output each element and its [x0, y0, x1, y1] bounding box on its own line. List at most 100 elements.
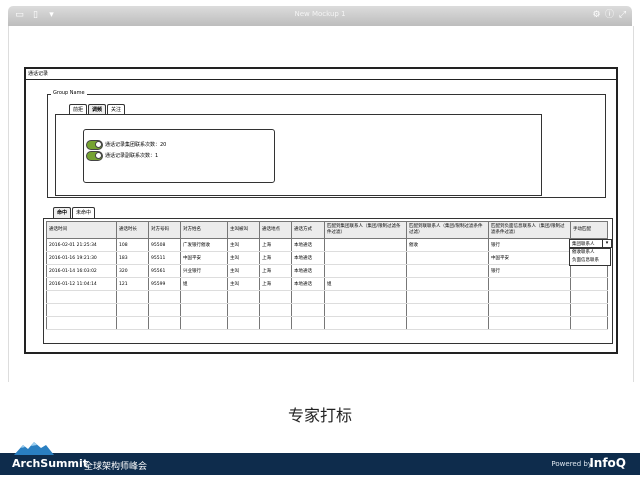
table-cell — [46, 290, 117, 304]
table-cell — [46, 303, 117, 317]
table-cell: 2016-01-12 11:04:14 — [46, 277, 117, 291]
table-cell — [324, 251, 407, 265]
table-cell — [406, 303, 489, 317]
table-row[interactable] — [46, 290, 608, 304]
table-cell — [227, 290, 260, 304]
window-title: New Mockup 1 — [294, 10, 346, 18]
table-cell — [324, 290, 407, 304]
toggle-label-0: 通话记录集团联系次数：20 — [105, 142, 167, 148]
table-cell — [406, 264, 489, 278]
fullscreen-icon[interactable]: ⤢ — [617, 10, 628, 21]
manual-match-value: 集团联系人 — [572, 242, 595, 247]
info-icon[interactable]: ⓘ — [604, 10, 615, 21]
table-body: 2016-02-01 21:25:34 108 95508 广发银行催收 主叫 上海 本地通… — [46, 238, 608, 330]
table-cell: 95599 — [148, 277, 181, 291]
table-row[interactable] — [46, 316, 608, 330]
table-cell: 广发银行催收 — [180, 238, 228, 252]
table-cell: 2016-02-01 21:25:34 — [46, 238, 117, 252]
column-header: 匹配到联联系人（集团/限制过滤条件过滤） — [406, 221, 489, 239]
table-cell: 108 — [116, 238, 149, 252]
dropdown-option[interactable]: 催收联系人 — [570, 249, 610, 257]
table-row[interactable]: 2016-01-12 11:04:14 121 95599 姐主叫 上海 本地通话姐 — [46, 277, 608, 291]
toggle-switch-1[interactable] — [86, 151, 103, 161]
gear-icon[interactable]: ⚙ — [591, 10, 602, 21]
table-row[interactable]: 2016-01-16 19:21:30 183 95511 中国平安 主叫 上海 本地通话中… — [46, 251, 608, 265]
table-row[interactable] — [46, 303, 608, 317]
call-records-panel: 通话记录 Group Name 前拒 调频 关注 通话记录集团联系次数：20 通… — [24, 67, 618, 354]
tab-miss[interactable]: 未命中 — [72, 207, 96, 218]
group-label: Group Name — [51, 90, 87, 96]
column-header: 匹配到负面信息联系人（集团/限制过滤条件过滤） — [488, 221, 571, 239]
table-cell — [291, 290, 325, 304]
table-cell: 本地通话 — [291, 251, 325, 265]
table-cell — [148, 303, 181, 317]
table-cell: 中国平安 — [180, 251, 228, 265]
chevron-down-icon[interactable]: ▾ — [602, 240, 611, 247]
table-cell: 中国平安 — [488, 251, 571, 265]
table-cell: 主叫 — [227, 277, 260, 291]
table-cell: 银行 — [488, 238, 571, 252]
toggle-box: 通话记录集团联系次数：20 通话记录副联系次数：1 — [83, 129, 275, 183]
table-cell: 姐 — [324, 277, 407, 291]
table-cell — [488, 303, 571, 317]
table-cell — [46, 316, 117, 330]
toggle-label-1: 通话记录副联系次数：1 — [105, 153, 159, 159]
column-header: 匹配到集团联系人（集团/限制过滤条件过滤） — [324, 221, 407, 239]
table-cell: 上海 — [259, 277, 292, 291]
column-header: 通话时长 — [116, 221, 149, 239]
table-cell — [488, 290, 571, 304]
table-cell — [259, 316, 292, 330]
data-table-wrap: 通话时间 通话时长 对方号码 对方姓名 主叫被叫 通话地点 通话方式 匹配到集团联系人（集团/… — [43, 218, 613, 344]
table-cell — [488, 277, 571, 291]
table-cell: 催收 — [406, 238, 489, 252]
brand-name: ArchSummit — [12, 457, 88, 470]
table-cell — [116, 303, 149, 317]
table-cell: 兴业银行 — [180, 264, 228, 278]
table-cell — [570, 264, 608, 278]
table-header-row: 通话时间 通话时长 对方号码 对方姓名 主叫被叫 通话地点 通话方式 匹配到集团联系人（集团/… — [46, 221, 608, 239]
table-cell — [406, 277, 489, 291]
table-cell — [180, 290, 228, 304]
slide-caption: 专家打标 — [287, 406, 352, 425]
manual-match-select[interactable]: 集团联系人 ▾ — [569, 239, 612, 248]
table-cell — [180, 303, 228, 317]
table-row[interactable]: 2016-02-01 21:25:34 108 95508 广发银行催收 主叫 上海 本地通… — [46, 238, 608, 252]
table-cell — [570, 316, 608, 330]
column-header: 手动匹配 — [570, 221, 608, 239]
table-cell — [116, 316, 149, 330]
table-cell: 95511 — [148, 251, 181, 265]
table-row[interactable]: 2016-01-14 16:03:02 320 95561 兴业银行 主叫 上海 本地通话 银… — [46, 264, 608, 278]
table-cell: 2016-01-16 19:21:30 — [46, 251, 117, 265]
table-cell — [488, 316, 571, 330]
table-cell: 主叫 — [227, 264, 260, 278]
table-cell: 95508 — [148, 238, 181, 252]
column-header: 通话时间 — [46, 221, 117, 239]
manual-match-dropdown: 催收联系人 负面信息联系 — [569, 248, 611, 266]
table-cell — [116, 290, 149, 304]
table-cell: 本地通话 — [291, 277, 325, 291]
table-cell — [148, 316, 181, 330]
table-cell — [570, 277, 608, 291]
panel-title: 通话记录 — [26, 69, 616, 80]
table-cell — [148, 290, 181, 304]
dropdown-option[interactable]: 负面信息联系 — [570, 257, 610, 265]
table-cell — [324, 303, 407, 317]
table-cell — [291, 303, 325, 317]
column-header: 通话方式 — [291, 221, 325, 239]
table-cell: 95561 — [148, 264, 181, 278]
table-cell: 121 — [116, 277, 149, 291]
tab-hit[interactable]: 命中 — [53, 207, 72, 218]
column-header: 对方姓名 — [180, 221, 228, 239]
toggle-switch-0[interactable] — [86, 140, 103, 150]
table-cell: 姐 — [180, 277, 228, 291]
table-cell — [227, 316, 260, 330]
table-cell — [406, 290, 489, 304]
table-cell — [324, 264, 407, 278]
column-header: 通话地点 — [259, 221, 292, 239]
table-cell — [180, 316, 228, 330]
table-cell — [406, 316, 489, 330]
table-cell: 上海 — [259, 238, 292, 252]
group-box: Group Name 前拒 调频 关注 通话记录集团联系次数：20 通话记录副联… — [47, 90, 606, 198]
data-tabs: 命中 未命中 — [53, 207, 96, 218]
infoq-logo: InfoQ — [589, 456, 626, 470]
